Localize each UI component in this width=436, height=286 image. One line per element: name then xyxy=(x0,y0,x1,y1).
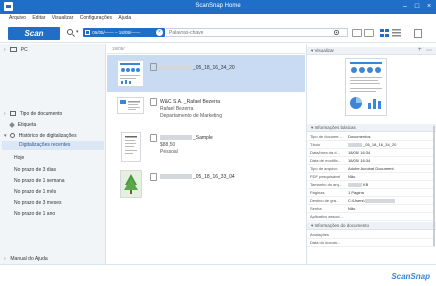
document-info-header[interactable]: ▾ Informações do documento xyxy=(307,222,436,230)
menu-settings[interactable]: Configurações xyxy=(80,14,112,23)
chevron-down-icon: ▾ xyxy=(4,133,7,139)
sidebar-item-label: Manual do Ajuda xyxy=(10,256,48,262)
date-range-text: 05/05/—— – 18/05/—— xyxy=(92,30,141,35)
tag-icon xyxy=(9,121,16,128)
receipt-amount: $88,50 xyxy=(160,142,176,148)
add-icon[interactable]: + xyxy=(418,47,422,53)
document-type-icon xyxy=(10,111,17,117)
receipt-thumbnail xyxy=(121,132,141,162)
basic-info-header[interactable]: ▾ Informações básicas xyxy=(307,124,436,132)
list-item[interactable]: W&C S.A. _Rafael Bezerra Rafael Bezerra … xyxy=(107,92,305,130)
sidebar-item-1-year[interactable]: No prazo de 1 ano xyxy=(14,211,55,217)
maximize-button[interactable]: □ xyxy=(412,2,422,11)
share-icon[interactable] xyxy=(364,29,374,37)
document-icon xyxy=(150,63,157,71)
chevron-right-icon: › xyxy=(4,256,6,262)
photo-icon xyxy=(150,173,157,181)
sidebar-item-history[interactable]: ▾ Histórico de digitalizações xyxy=(4,133,77,139)
scan-button[interactable]: Scan xyxy=(8,27,60,40)
prop-row-save-dest: Destino de gra... C:\Users\ xyxy=(307,197,435,205)
menu-help[interactable]: Ajuda xyxy=(118,14,131,23)
keyword-search-input[interactable] xyxy=(166,28,348,37)
search-icon[interactable] xyxy=(67,29,73,35)
chevron-down-icon[interactable]: ▾ xyxy=(76,29,79,35)
chevron-right-icon: › xyxy=(4,47,6,53)
sidebar-item-recent[interactable]: Digitalizações recentes xyxy=(2,141,104,150)
list-item[interactable]: _05_18_16_33_04 xyxy=(107,166,305,206)
properties-scrollbar[interactable] xyxy=(433,126,435,246)
business-card-icon xyxy=(150,98,157,106)
receipt-category: Pessoal xyxy=(160,149,178,155)
prop-row-title[interactable]: Título _05_18_16_34_20 xyxy=(307,141,435,149)
minimize-button[interactable]: – xyxy=(400,2,410,11)
document-thumbnail xyxy=(117,60,144,87)
prop-row-scan-date: Data/hora da d... 18/05/ 16:34 xyxy=(307,149,435,157)
sidebar-item-3-months[interactable]: No prazo de 3 meses xyxy=(14,200,62,206)
calendar-icon xyxy=(85,30,90,36)
document-title: _Sample xyxy=(160,135,213,141)
prop-row-file-size: Tamanho do arq... KB xyxy=(307,181,435,189)
contact-department: Departamento de Marketing xyxy=(160,113,222,119)
menu-edit[interactable]: Editar xyxy=(32,14,45,23)
sidebar-item-label: Etiqueta xyxy=(17,122,37,128)
clock-icon xyxy=(10,133,16,139)
sidebar-item-today[interactable]: Hoje xyxy=(14,155,24,161)
edit-icon[interactable] xyxy=(352,29,362,37)
photo-thumbnail xyxy=(120,170,142,198)
list-item[interactable]: _Sample $88,50 Pessoal xyxy=(107,130,305,166)
sidebar-item-doc-type[interactable]: › Tipo de documento xyxy=(4,111,62,117)
prop-row-file-type: Tipo de arquivo Adobe Acrobat Document xyxy=(307,165,435,173)
settings-gear-icon[interactable] xyxy=(333,29,340,37)
computer-icon xyxy=(10,47,18,53)
sidebar-item-pc[interactable]: › PC xyxy=(4,47,28,53)
sidebar-item-label: Histórico de digitalizações xyxy=(18,133,77,139)
prop-row-password: Senha Não xyxy=(307,205,435,213)
thumbnail-view-icon[interactable] xyxy=(380,29,389,37)
menu-bar: Arquivo Editar Visualizar Configurações … xyxy=(0,14,436,23)
prop-row-doc-type: Tipo de docume... Documentos xyxy=(307,133,435,141)
prop-row-searchable-pdf: PDF pesquisável Não xyxy=(307,173,435,181)
business-card-thumbnail xyxy=(117,97,144,114)
page-preview xyxy=(345,58,387,116)
preview-header: ▾ Visualizar xyxy=(307,47,436,55)
sidebar-item-help[interactable]: › Manual do Ajuda xyxy=(4,256,48,262)
list-item[interactable]: _05_18_16_34_20 xyxy=(107,55,305,92)
document-list: 18/05/ _05_18_16_34_20 W&C S.A. _Rafael … xyxy=(107,44,305,264)
preview-pane-icon[interactable] xyxy=(414,29,422,38)
document-title: W&C S.A. _Rafael Bezerra xyxy=(160,99,221,105)
toolbar: Scan ▾ 05/05/—— – 18/05/—— × xyxy=(0,23,436,43)
scansnap-logo: ScanSnap xyxy=(391,272,430,281)
sidebar-item-1-month[interactable]: No prazo de 1 mês xyxy=(14,189,56,195)
prop-row-notes[interactable]: Anotações xyxy=(307,231,435,239)
contact-name: Rafael Bezerra xyxy=(160,106,194,112)
receipt-icon xyxy=(150,134,157,142)
sidebar-item-label: PC xyxy=(20,47,28,53)
preview-panel: ▾ Visualizar + ⋯ ▾ Informações básicas T… xyxy=(306,44,436,264)
sidebar-item-1-week[interactable]: No prazo de 1 semana xyxy=(14,178,65,184)
more-icon[interactable]: ⋯ xyxy=(426,47,432,54)
clear-date-icon[interactable]: × xyxy=(156,29,163,36)
prop-row-modified-date: Data de modific... 18/05/ 16:34 xyxy=(307,157,435,165)
navigation-panel: › PC › Tipo de documento Etiqueta ▾ Hist… xyxy=(0,44,106,264)
list-view-icon[interactable] xyxy=(392,29,401,37)
status-bar: ScanSnap xyxy=(0,264,436,286)
document-title: _05_18_16_34_20 xyxy=(160,65,235,71)
chevron-right-icon: › xyxy=(4,111,6,117)
date-filter[interactable]: 05/05/—— – 18/05/—— × xyxy=(83,28,165,37)
window-title: ScanSnap Home xyxy=(195,3,241,9)
prop-row-doc-date[interactable]: Data do docum... xyxy=(307,239,435,247)
title-bar: ScanSnap Home – □ × xyxy=(0,0,436,14)
prop-row-app: Aplicativo associ... xyxy=(307,213,435,221)
menu-file[interactable]: Arquivo xyxy=(9,14,26,23)
sidebar-item-tag[interactable]: Etiqueta xyxy=(4,121,37,128)
prop-row-pages: Páginas 1 Página xyxy=(307,189,435,197)
document-title: _05_18_16_33_04 xyxy=(160,174,235,180)
sidebar-item-3-days[interactable]: No prazo de 3 dias xyxy=(14,167,56,173)
list-date-header: 18/05/ xyxy=(107,44,305,54)
close-button[interactable]: × xyxy=(424,2,434,11)
menu-view[interactable]: Visualizar xyxy=(52,14,74,23)
sidebar-item-label: Tipo de documento xyxy=(19,111,63,117)
